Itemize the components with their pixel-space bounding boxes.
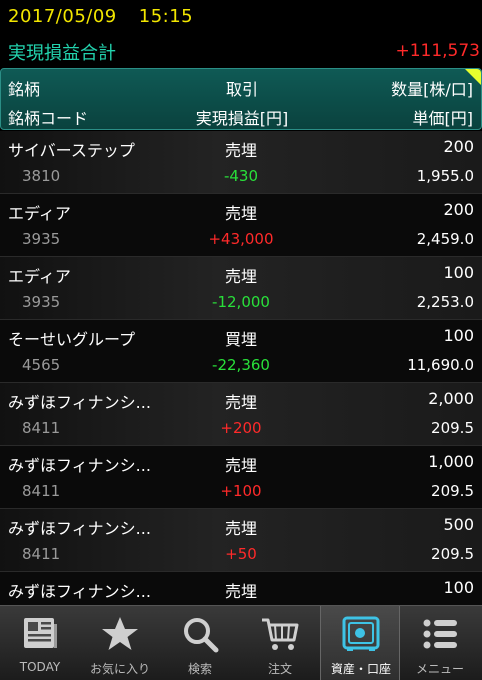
list-item[interactable]: みずほフィナンシ... 売埋 1,000 8411 +100 209.5 <box>0 446 482 509</box>
unit-price: 209.5 <box>431 482 474 500</box>
header-row-2: 銘柄コード 実現損益[円] 単価[円] <box>1 101 481 131</box>
trade-type: 売埋 <box>224 393 257 412</box>
quantity: 100 <box>443 263 474 282</box>
list-item[interactable]: エディア 売埋 100 3935 -12,000 2,253.0 <box>0 257 482 320</box>
unit-price: 2,253.0 <box>416 293 474 311</box>
search-icon <box>184 618 219 653</box>
quantity: 200 <box>443 137 474 156</box>
realized-pl: -12,000 <box>212 293 270 311</box>
cart-icon <box>262 618 299 650</box>
safe-icon <box>342 616 380 651</box>
tab-assets-account[interactable]: 資産・口座 <box>320 606 400 680</box>
tab-order[interactable]: 注文 <box>240 606 320 680</box>
menu-icon <box>423 619 457 649</box>
realized-pl-summary: 実現損益合計 +111,573 <box>0 34 482 68</box>
summary-value: +111,573 <box>395 41 480 61</box>
trade-type: 売埋 <box>224 519 257 538</box>
quantity: 100 <box>443 326 474 345</box>
list-item[interactable]: みずほフィナンシ... 売埋 2,000 8411 +200 209.5 <box>0 383 482 446</box>
quantity: 100 <box>443 578 474 597</box>
tab-label: 注文 <box>267 662 292 676</box>
list-item[interactable]: みずほフィナンシ... 売埋 500 8411 +50 209.5 <box>0 509 482 572</box>
unit-price: 1,955.0 <box>416 167 474 185</box>
trade-type: 売埋 <box>224 204 257 223</box>
realized-pl: +50 <box>225 545 257 563</box>
unit-price: 209.5 <box>431 419 474 437</box>
tab-favorites[interactable]: お気に入り <box>80 606 160 680</box>
date-text: 2017/05/09 <box>8 6 117 27</box>
quantity: 500 <box>443 515 474 534</box>
newspaper-icon <box>24 618 57 648</box>
bottom-tab-bar: TODAY お気に入り 検索 注文 資産・口座 メニュー <box>0 605 482 680</box>
realized-pl: +100 <box>220 482 262 500</box>
header-pl: 実現損益[円] <box>195 109 289 128</box>
trade-type: 売埋 <box>224 267 257 286</box>
unit-price: 11,690.0 <box>407 356 474 374</box>
tab-label: TODAY <box>19 660 61 674</box>
unit-price: 2,459.0 <box>416 230 474 248</box>
list-item[interactable]: サイバーステップ 売埋 200 3810 -430 1,955.0 <box>0 131 482 194</box>
trade-type: 売埋 <box>224 582 257 601</box>
realized-pl: -430 <box>223 167 259 185</box>
status-bar: 2017/05/09 15:15 <box>0 0 482 34</box>
trade-type: 買埋 <box>224 330 257 349</box>
header-row-1: 銘柄 取引 数量[株/口] <box>1 72 481 102</box>
list-item[interactable]: みずほフィナンシ... 売埋 100 <box>0 572 482 605</box>
tab-search[interactable]: 検索 <box>160 606 240 680</box>
unit-price: 209.5 <box>431 545 474 563</box>
datetime: 2017/05/09 15:15 <box>8 6 215 27</box>
trade-type: 売埋 <box>224 456 257 475</box>
tab-label: お気に入り <box>89 662 150 676</box>
corner-marker-icon <box>465 69 481 85</box>
time-text: 15:15 <box>138 6 194 27</box>
list-item[interactable]: エディア 売埋 200 3935 +43,000 2,459.0 <box>0 194 482 257</box>
trade-list[interactable]: サイバーステップ 売埋 200 3810 -430 1,955.0 エディア 売… <box>0 131 482 605</box>
realized-pl: +43,000 <box>208 230 274 248</box>
quantity: 2,000 <box>428 389 474 408</box>
list-item[interactable]: そーせいグループ 買埋 100 4565 -22,360 11,690.0 <box>0 320 482 383</box>
tab-label: 検索 <box>187 662 212 676</box>
quantity: 1,000 <box>428 452 474 471</box>
star-icon <box>102 617 138 650</box>
header-price: 単価[円] <box>412 109 474 128</box>
tab-menu[interactable]: メニュー <box>400 606 480 680</box>
tab-label: メニュー <box>415 662 464 676</box>
header-qty: 数量[株/口] <box>391 80 473 99</box>
summary-label: 実現損益合計 <box>8 43 116 64</box>
realized-pl: +200 <box>220 419 262 437</box>
column-header[interactable]: 銘柄 取引 数量[株/口] 銘柄コード 実現損益[円] 単価[円] <box>0 68 482 130</box>
tab-today[interactable]: TODAY <box>0 606 80 680</box>
trade-type: 売埋 <box>224 141 257 160</box>
quantity: 200 <box>443 200 474 219</box>
tab-label: 資産・口座 <box>330 662 391 676</box>
